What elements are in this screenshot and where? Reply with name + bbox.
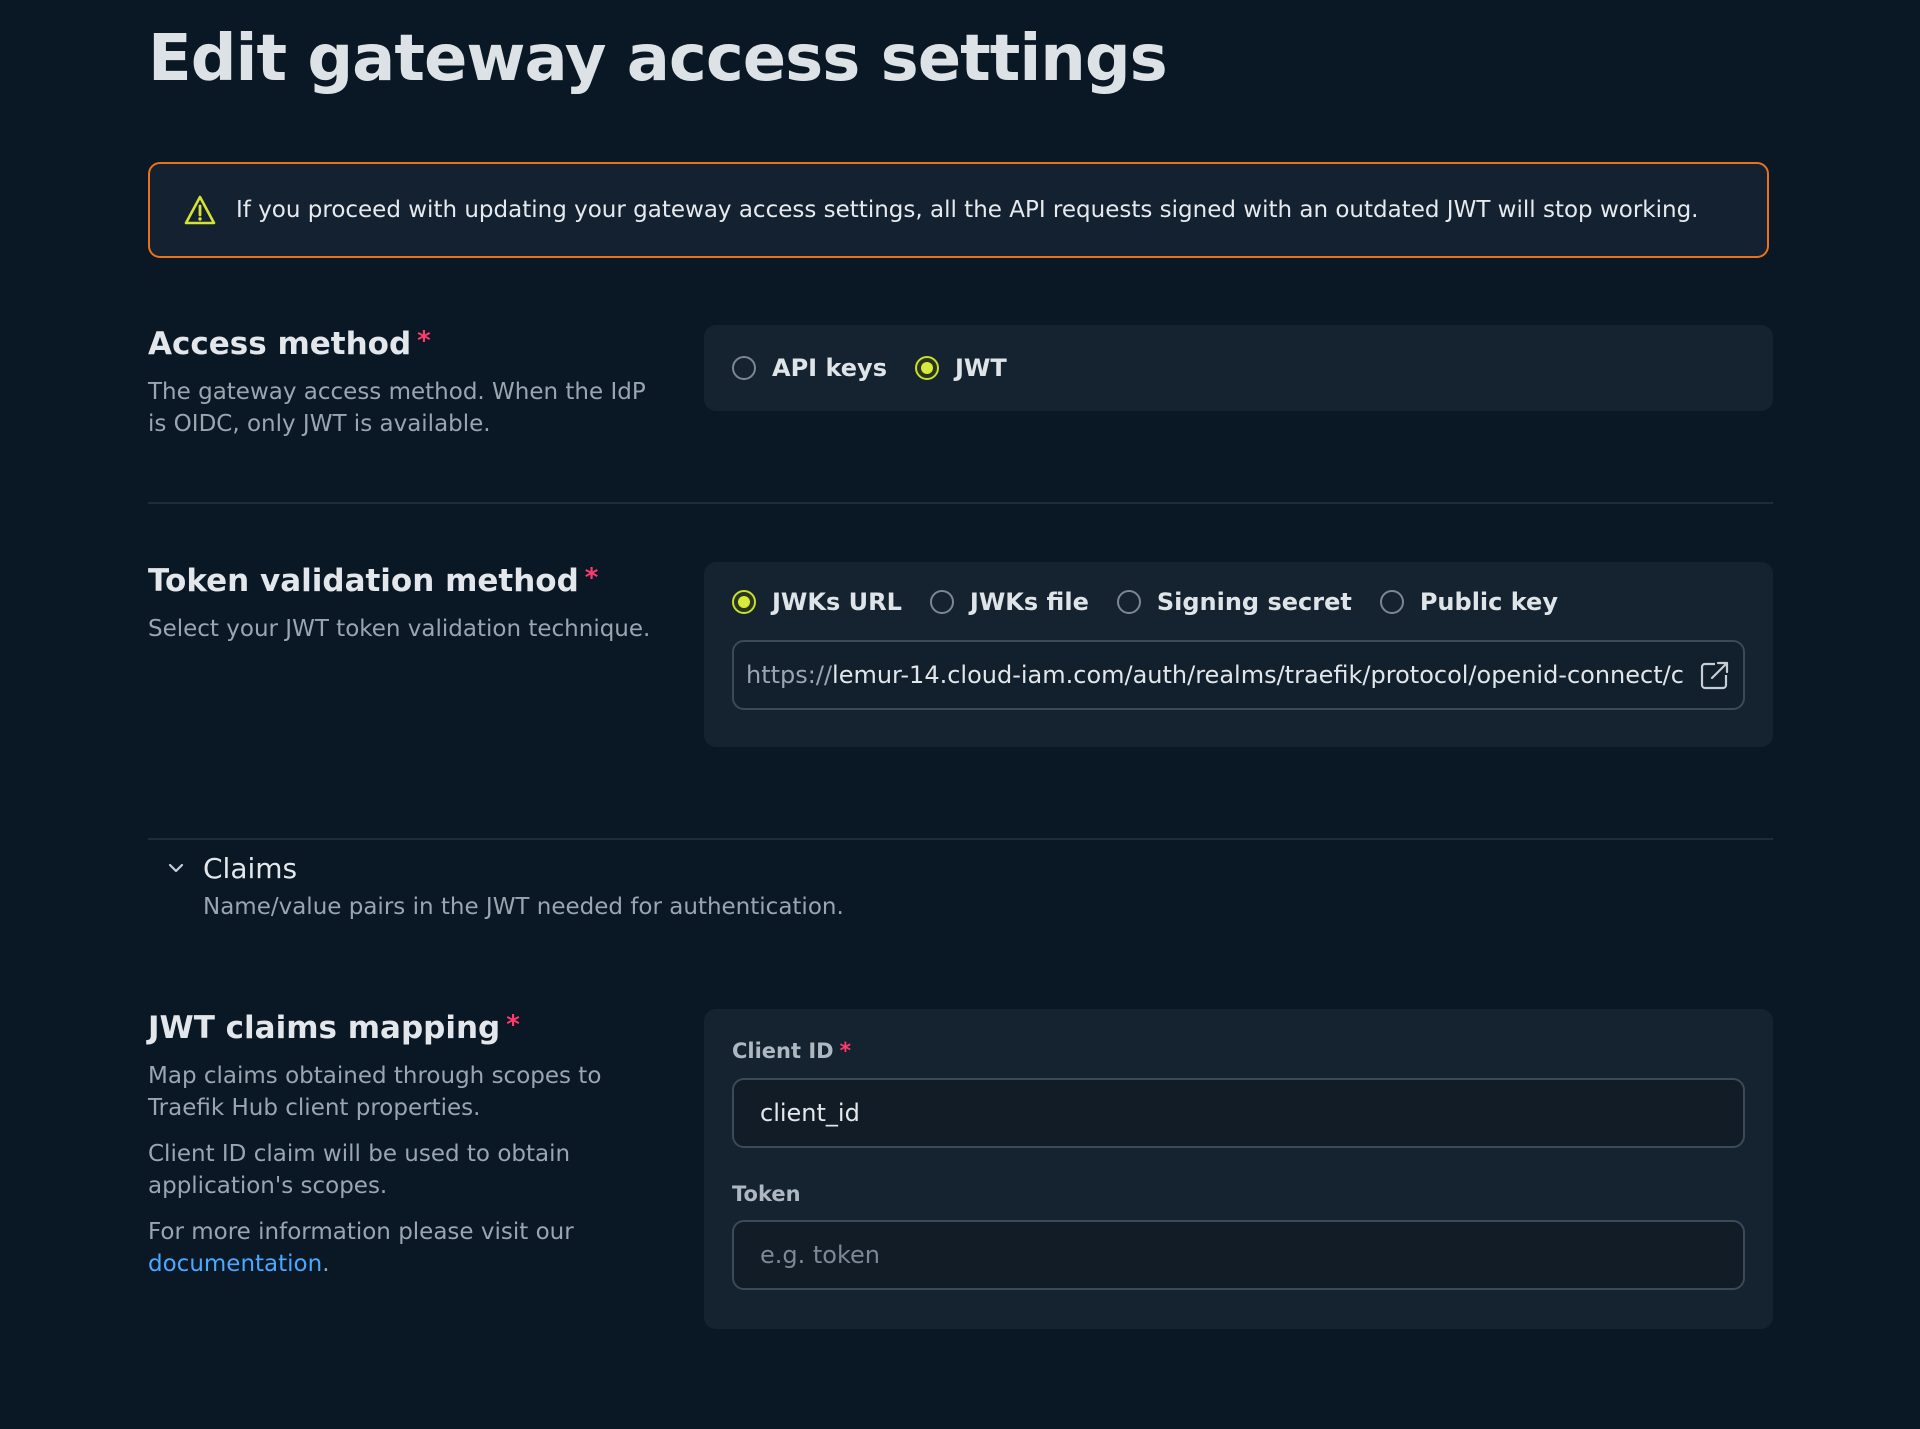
section-divider: [148, 502, 1773, 504]
jwks-url-input[interactable]: https://lemur-14.cloud-iam.com/auth/real…: [732, 640, 1745, 710]
radio-public-key[interactable]: Public key: [1379, 588, 1558, 616]
radio-circle-icon: [1116, 590, 1141, 614]
radio-circle-icon: [732, 356, 756, 380]
radio-api-keys[interactable]: API keys: [732, 354, 887, 382]
claims-mapping-label: JWT claims mapping *: [148, 1010, 668, 1046]
claims-mapping-label-text: JWT claims mapping: [148, 1010, 501, 1046]
doc-text-prefix: For more information please visit our: [148, 1219, 574, 1245]
access-method-radio-group: API keys JWT: [732, 354, 1035, 382]
token-input[interactable]: [732, 1220, 1745, 1290]
radio-label: API keys: [772, 354, 887, 382]
jwks-url-value: https://lemur-14.cloud-iam.com/auth/real…: [746, 661, 1693, 689]
claims-mapping-description-2: Client ID claim will be used to obtain a…: [148, 1141, 571, 1199]
claims-mapping-panel: Client ID* Token: [704, 1009, 1773, 1329]
external-link-icon[interactable]: [1699, 659, 1731, 691]
url-protocol: https://: [746, 661, 833, 689]
radio-jwks-file[interactable]: JWKs file: [929, 588, 1089, 616]
warning-triangle-icon: [184, 195, 216, 225]
client-id-label-text: Client ID: [732, 1039, 834, 1063]
claims-mapping-description-1: Map claims obtained through scopes to Tr…: [148, 1063, 602, 1121]
section-divider: [148, 838, 1773, 840]
client-id-label: Client ID *: [732, 1039, 1745, 1064]
radio-signing-secret[interactable]: Signing secret: [1116, 588, 1352, 616]
required-asterisk: *: [839, 1039, 852, 1064]
page: Edit gateway access settings If you proc…: [148, 0, 1773, 1429]
claims-mapping-section: JWT claims mapping * Map claims obtained …: [148, 1010, 668, 1280]
token-validation-description: Select your JWT token validation techniq…: [148, 616, 651, 642]
required-asterisk: *: [584, 563, 599, 593]
radio-checked-icon: [914, 356, 939, 380]
radio-label: JWT: [954, 354, 1007, 382]
token-validation-label: Token validation method *: [148, 563, 668, 599]
radio-jwks-url[interactable]: JWKs URL: [732, 588, 902, 616]
access-method-label-text: Access method: [148, 326, 412, 362]
token-validation-section: Token validation method * Select your JWT…: [148, 563, 668, 645]
radio-checked-icon: [732, 590, 756, 614]
required-asterisk: *: [417, 326, 431, 356]
page-title: Edit gateway access settings: [148, 22, 1168, 96]
access-method-description: The gateway access method. When the IdP …: [148, 379, 646, 437]
token-validation-panel: JWKs URL JWKs file Signing secret Public…: [704, 562, 1773, 747]
client-id-input[interactable]: [732, 1078, 1745, 1148]
chevron-down-icon[interactable]: [166, 858, 186, 878]
access-method-panel: API keys JWT: [704, 325, 1773, 411]
url-rest: lemur-14.cloud-iam.com/auth/realms/traef…: [832, 661, 1684, 689]
radio-label: Signing secret: [1156, 588, 1352, 616]
claims-title[interactable]: Claims: [203, 852, 297, 885]
radio-label: JWKs file: [969, 588, 1089, 616]
token-validation-radio-group: JWKs URL JWKs file Signing secret Public…: [732, 588, 1745, 616]
access-method-label: Access method *: [148, 326, 668, 362]
radio-label: Public key: [1419, 588, 1558, 616]
warning-banner: If you proceed with updating your gatewa…: [148, 162, 1769, 258]
radio-circle-icon: [929, 590, 954, 614]
claims-description: Name/value pairs in the JWT needed for a…: [203, 894, 844, 920]
radio-jwt[interactable]: JWT: [914, 354, 1007, 382]
access-method-section: Access method * The gateway access method…: [148, 326, 668, 440]
required-asterisk: *: [506, 1010, 520, 1040]
radio-circle-icon: [1379, 590, 1404, 614]
token-label: Token: [732, 1182, 801, 1206]
documentation-link[interactable]: documentation: [148, 1251, 322, 1277]
warning-text: If you proceed with updating your gatewa…: [236, 197, 1699, 223]
radio-label: JWKs URL: [772, 588, 902, 616]
doc-text-suffix: .: [322, 1251, 330, 1277]
claims-mapping-description-3: For more information please visit our do…: [148, 1216, 668, 1280]
token-validation-label-text: Token validation method: [148, 563, 579, 599]
